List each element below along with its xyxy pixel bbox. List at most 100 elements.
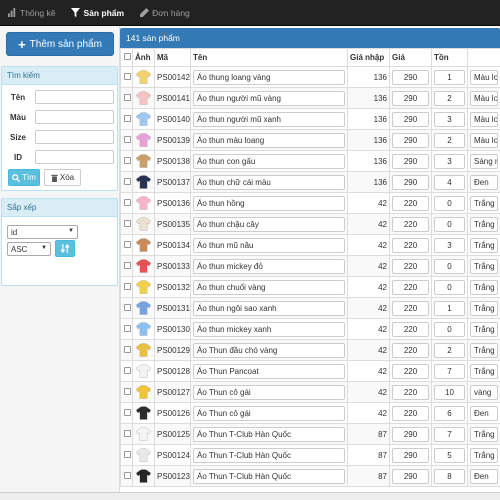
product-stock-input[interactable]: 3	[434, 237, 465, 253]
product-color-select[interactable]: Trắng	[470, 447, 498, 463]
row-checkbox[interactable]	[124, 240, 131, 248]
product-color-select[interactable]: Trắng	[470, 300, 498, 316]
product-color-select[interactable]: Trắng	[470, 279, 498, 295]
product-stock-input[interactable]: 6	[434, 405, 465, 421]
product-name-input[interactable]: Áo Thun Pancoat	[193, 363, 345, 379]
add-product-button[interactable]: + Thêm sản phẩm	[6, 32, 114, 56]
nav-item-products[interactable]: Sản phẩm	[63, 0, 132, 26]
product-price-input[interactable]: 290	[392, 111, 429, 127]
product-name-input[interactable]: Áo thun ngôi sao xanh	[193, 300, 345, 316]
row-checkbox[interactable]	[124, 156, 131, 164]
product-stock-input[interactable]: 0	[434, 258, 465, 274]
row-checkbox[interactable]	[124, 177, 131, 185]
table-row[interactable]: PS00135 Áo thun chậu cây 42 220 0 Trắng	[120, 213, 500, 235]
row-checkbox[interactable]	[124, 366, 131, 374]
row-checkbox[interactable]	[124, 114, 131, 122]
sort-order-select[interactable]: ASC ▼	[7, 242, 51, 256]
row-checkbox[interactable]	[124, 93, 131, 101]
id-input[interactable]	[35, 150, 114, 164]
product-name-input[interactable]: Áo thun con gấu	[193, 153, 345, 169]
table-row[interactable]: PS00139Áo thun màu loang136290 2 Màu loa	[120, 129, 500, 151]
product-price-input[interactable]: 220	[392, 195, 429, 211]
product-stock-input[interactable]: 0	[434, 279, 465, 295]
sort-field-select[interactable]: id ▼	[7, 225, 78, 239]
product-color-select[interactable]: Trắng	[470, 237, 498, 253]
product-name-input[interactable]: Áo Thun T-Club Hàn Quốc	[193, 447, 345, 463]
row-checkbox[interactable]	[124, 408, 131, 416]
table-row[interactable]: PS00125 Áo Thun T-Club Hàn Quốc 87 290 7 Trắn…	[120, 423, 500, 445]
product-color-select[interactable]: Trắng	[470, 342, 498, 358]
product-name-input[interactable]: Áo Thun T-Club Hàn Quốc	[193, 426, 345, 442]
product-stock-input[interactable]: 5	[434, 447, 465, 463]
row-checkbox[interactable]	[124, 429, 131, 437]
product-stock-input[interactable]: 4	[434, 174, 465, 190]
product-stock-input[interactable]: 2	[434, 132, 465, 148]
product-name-input[interactable]: Áo thun chữ cái màu	[193, 174, 345, 190]
table-row[interactable]: PS00128 Áo Thun Pancoat 42 220 7 Trắng	[120, 360, 500, 382]
table-row[interactable]: PS00140 Áo thun người mũ xanh 136 290 3 Màu l…	[120, 108, 500, 130]
product-stock-input[interactable]: 2	[434, 342, 465, 358]
row-checkbox[interactable]	[124, 219, 131, 227]
product-name-input[interactable]: Áo Thun cô gái	[193, 405, 345, 421]
product-price-input[interactable]: 220	[392, 384, 429, 400]
product-price-input[interactable]: 290	[392, 69, 429, 85]
product-color-select[interactable]: Đen	[470, 468, 498, 484]
row-checkbox[interactable]	[124, 72, 131, 80]
row-checkbox[interactable]	[124, 303, 131, 311]
product-price-input[interactable]: 290	[392, 153, 429, 169]
product-name-input[interactable]: Áo Thun đầu chó vàng	[193, 342, 345, 358]
sort-toggle-button[interactable]	[55, 240, 75, 257]
size-input[interactable]	[35, 130, 114, 144]
product-name-input[interactable]: Áo thun người mũ xanh	[193, 111, 345, 127]
name-input[interactable]	[35, 90, 114, 104]
product-color-select[interactable]: Đen	[470, 174, 498, 190]
row-checkbox[interactable]	[124, 450, 131, 458]
table-row[interactable]: PS00123 Áo Thun T-Club Hàn Quốc 87 290 8 Đen	[120, 465, 500, 487]
product-stock-input[interactable]: 10	[434, 384, 465, 400]
product-name-input[interactable]: Áo Thun cô gái	[193, 384, 345, 400]
product-stock-input[interactable]: 1	[434, 69, 465, 85]
product-price-input[interactable]: 220	[392, 216, 429, 232]
product-price-input[interactable]: 290	[392, 426, 429, 442]
row-checkbox[interactable]	[124, 471, 131, 479]
product-stock-input[interactable]: 3	[434, 153, 465, 169]
product-price-input[interactable]: 220	[392, 237, 429, 253]
table-row[interactable]: PS00127 Áo Thun cô gái 42 220 10 vàng	[120, 381, 500, 403]
table-row[interactable]: PS00133 Áo thun mickey đỏ 42 220 0 Trắng	[120, 255, 500, 277]
product-color-select[interactable]: Trắng	[470, 363, 498, 379]
nav-item-orders[interactable]: Đơn hàng	[132, 0, 198, 26]
product-color-select[interactable]: Trắng	[470, 321, 498, 337]
product-price-input[interactable]: 290	[392, 90, 429, 106]
product-stock-input[interactable]: 8	[434, 468, 465, 484]
product-price-input[interactable]: 220	[392, 405, 429, 421]
table-row[interactable]: PS00126 Áo Thun cô gái 42 220 6 Đen	[120, 402, 500, 424]
product-price-input[interactable]: 290	[392, 132, 429, 148]
table-row[interactable]: PS00141 Áo thun người mũ vàng 136 290 2 Màu l…	[120, 87, 500, 109]
table-row[interactable]: PS00132 Áo thun chuối vàng 42 220 0 Trắng	[120, 276, 500, 298]
product-stock-input[interactable]: 0	[434, 216, 465, 232]
product-stock-input[interactable]: 7	[434, 426, 465, 442]
product-name-input[interactable]: Áo Thun T-Club Hàn Quốc	[193, 468, 345, 484]
table-row[interactable]: PS00134 Áo thun mũ nâu 42 220 3 Trắng	[120, 234, 500, 256]
product-price-input[interactable]: 290	[392, 447, 429, 463]
row-checkbox[interactable]	[124, 198, 131, 206]
product-price-input[interactable]: 220	[392, 300, 429, 316]
product-price-input[interactable]: 220	[392, 258, 429, 274]
product-name-input[interactable]: Áo thun mũ nâu	[193, 237, 345, 253]
product-price-input[interactable]: 290	[392, 174, 429, 190]
table-row[interactable]: PS00142Áo thung loang vàng136290 1 Màu loa	[120, 66, 500, 88]
color-input[interactable]	[35, 110, 114, 124]
row-checkbox[interactable]	[124, 387, 131, 395]
table-row[interactable]: PS00129 Áo Thun đầu chó vàng 42 220 2 Trắng	[120, 339, 500, 361]
product-name-input[interactable]: Áo thun mickey xanh	[193, 321, 345, 337]
product-name-input[interactable]: Áo thung loang vàng	[193, 69, 345, 85]
select-all-checkbox[interactable]	[124, 53, 131, 60]
product-name-input[interactable]: Áo thun người mũ vàng	[193, 90, 345, 106]
table-row[interactable]: PS00124 Áo Thun T-Club Hàn Quốc 87 290 5 Trắn…	[120, 444, 500, 466]
row-checkbox[interactable]	[124, 135, 131, 143]
row-checkbox[interactable]	[124, 324, 131, 332]
product-name-input[interactable]: Áo thun chậu cây	[193, 216, 345, 232]
product-price-input[interactable]: 220	[392, 342, 429, 358]
product-color-select[interactable]: Trắng	[470, 426, 498, 442]
product-stock-input[interactable]: 1	[434, 300, 465, 316]
